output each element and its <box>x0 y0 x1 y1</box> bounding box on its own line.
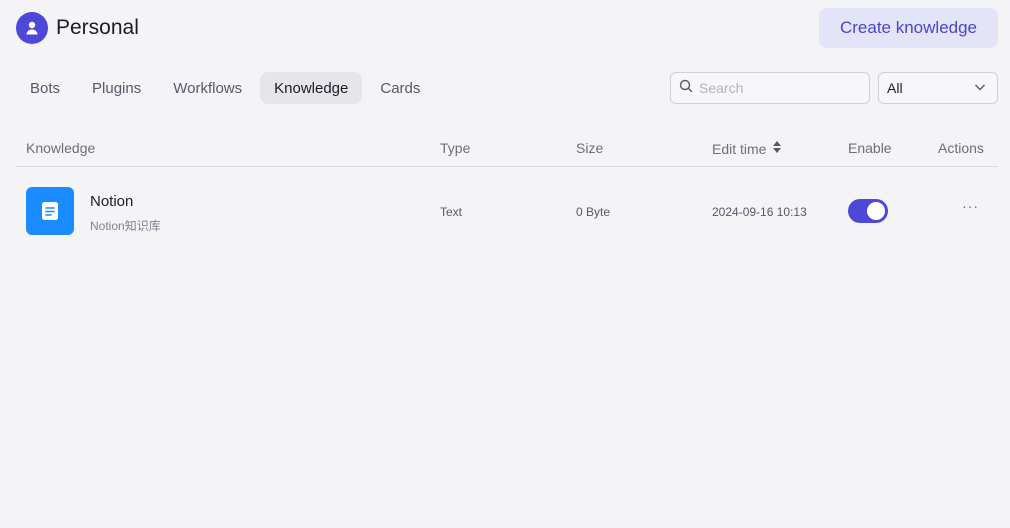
page-title: Personal <box>56 16 139 39</box>
table-header: Knowledge Type Size Edit time Enable Act… <box>16 128 998 167</box>
user-icon <box>16 12 48 44</box>
tab-workflows[interactable]: Workflows <box>159 72 256 104</box>
column-header-enable: Enable <box>848 140 892 156</box>
knowledge-description: Notion知识库 <box>90 219 161 233</box>
search-box[interactable] <box>670 72 870 104</box>
column-header-actions: Actions <box>938 140 984 156</box>
more-actions-icon[interactable]: ··· <box>962 198 979 214</box>
tab-plugins[interactable]: Plugins <box>78 72 155 104</box>
search-icon <box>679 79 693 98</box>
knowledge-edit-time: 2024-09-16 10:13 <box>712 205 807 219</box>
knowledge-type: Text <box>440 205 463 219</box>
column-header-knowledge: Knowledge <box>26 140 96 156</box>
search-input[interactable] <box>699 80 859 96</box>
document-icon <box>26 187 74 235</box>
filter-select[interactable]: All <box>878 72 998 104</box>
column-header-edit-time[interactable]: Edit time <box>712 140 782 157</box>
tab-knowledge[interactable]: Knowledge <box>260 72 363 104</box>
tab-bots[interactable]: Bots <box>16 72 74 104</box>
column-header-edit-time-label: Edit time <box>712 140 767 157</box>
page-header: Personal <box>16 12 139 44</box>
toggle-knob <box>867 202 885 220</box>
column-header-type: Type <box>440 140 471 156</box>
knowledge-name: Notion <box>90 193 134 210</box>
filter-select-value: All <box>887 80 903 96</box>
enable-toggle[interactable] <box>848 199 888 223</box>
knowledge-size: 0 Byte <box>576 205 611 219</box>
tab-cards[interactable]: Cards <box>366 72 434 104</box>
table-row[interactable]: Notion Notion知识库 Text 0 Byte 2024-09-16 … <box>16 168 998 254</box>
column-header-size: Size <box>576 140 604 156</box>
create-knowledge-button[interactable]: Create knowledge <box>819 8 998 48</box>
chevron-down-icon <box>973 80 987 97</box>
tab-bar: Bots Plugins Workflows Knowledge Cards <box>16 72 434 104</box>
sort-icon[interactable] <box>772 140 782 157</box>
